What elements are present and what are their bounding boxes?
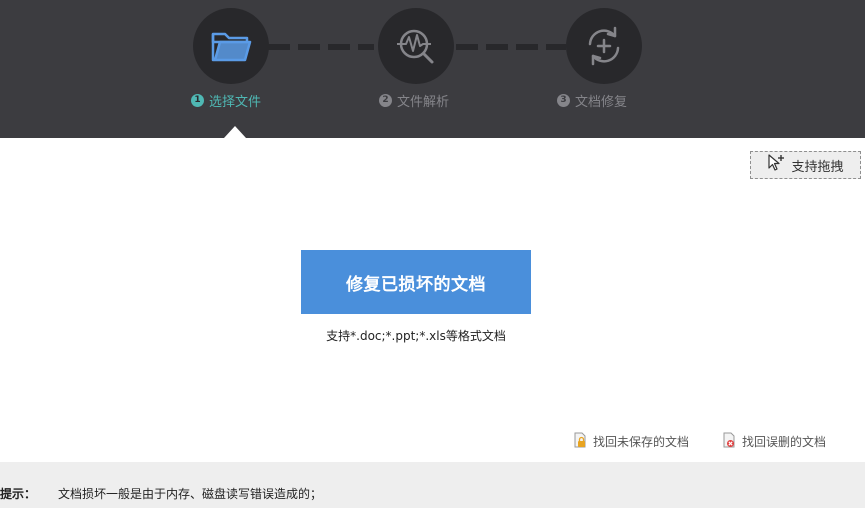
step-2-circle	[378, 8, 454, 84]
repair-icon	[582, 24, 626, 68]
step-connector	[456, 44, 566, 50]
step-1-number: 1	[191, 93, 204, 107]
step-3-number: 3	[557, 93, 570, 107]
step-3-label: 3 文档修复	[557, 91, 628, 110]
recover-unsaved-link[interactable]: 找回未保存的文档	[572, 432, 689, 450]
step-2-number: 2	[379, 93, 392, 107]
deleted-document-icon	[721, 432, 737, 451]
step-1-text: 选择文件	[209, 94, 262, 110]
recover-unsaved-label: 找回未保存的文档	[593, 434, 690, 449]
recover-deleted-link[interactable]: 找回误删的文档	[721, 432, 826, 450]
step-1-label: 1 选择文件	[191, 91, 262, 110]
file-repair-window: 1 选择文件 2 文件解析 3 文档修复 支持拖拽 修复已损坏的文档 支持*.d…	[0, 0, 865, 508]
active-step-pointer	[224, 126, 246, 138]
drag-drop-hint[interactable]: 支持拖拽	[750, 151, 861, 179]
repair-document-button[interactable]: 修复已损坏的文档	[301, 250, 531, 314]
step-connector	[268, 44, 374, 50]
cursor-plus-icon	[767, 154, 785, 176]
folder-icon	[210, 28, 252, 64]
tip-text: 文档损坏一般是由于内存、磁盘读写错误造成的；	[58, 486, 323, 501]
step-3-text: 文档修复	[575, 94, 628, 110]
drag-drop-label: 支持拖拽	[791, 159, 844, 175]
step-3-circle	[566, 8, 642, 84]
recover-deleted-label: 找回误删的文档	[742, 434, 827, 449]
analyze-icon	[394, 24, 438, 68]
step-2-text: 文件解析	[397, 94, 450, 110]
unsaved-document-icon	[572, 432, 588, 451]
supported-formats-text: 支持*.doc;*.ppt;*.xls等格式文档	[326, 329, 506, 343]
step-2-label: 2 文件解析	[379, 91, 450, 110]
step-progress-bar: 1 选择文件 2 文件解析 3 文档修复	[0, 0, 865, 138]
tip-label: 提示：	[0, 486, 37, 501]
step-1-circle	[193, 8, 269, 84]
